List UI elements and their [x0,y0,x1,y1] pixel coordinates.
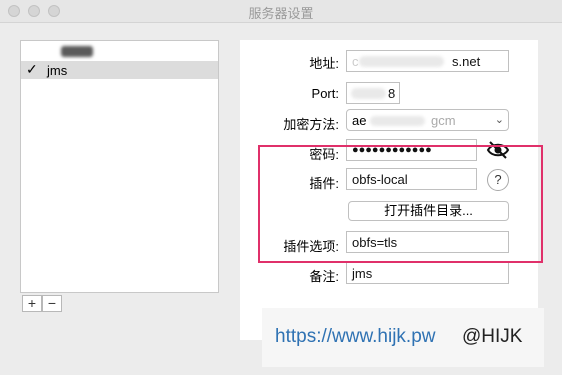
encryption-select[interactable]: ae gcm ⌄ [346,109,509,131]
watermark-url: https://www.hijk.pw [275,326,436,347]
server-list[interactable]: ✓ jms [20,40,219,293]
server-label: jms [47,63,68,78]
watermark: https://www.hijk.pw @HIJK [262,308,544,367]
server-list-item-selected[interactable]: ✓ jms [21,61,218,79]
port-field[interactable]: 8 [346,82,400,104]
add-server-button[interactable]: + [22,295,42,312]
encryption-visible-prefix: ae [352,113,367,128]
address-visible-suffix: s.net [452,54,481,69]
encryption-visible-suffix: gcm [431,113,456,128]
window-title: 服务器设置 [248,6,314,21]
redacted-address [359,56,444,67]
address-label: 地址: [309,56,339,71]
redacted-encryption [370,116,425,126]
watermark-handle: @HIJK [462,326,523,347]
title-bar: 服务器设置 [0,0,562,23]
server-list-item[interactable] [21,43,218,61]
remark-label: 备注: [309,269,339,284]
encryption-label: 加密方法: [283,117,339,132]
highlight-annotation [258,145,543,263]
chevron-updown-icon: ⌄ [494,114,504,126]
remove-server-button[interactable]: − [42,295,62,312]
address-field[interactable]: c s.net [346,50,509,72]
checkmark-icon: ✓ [26,61,38,77]
redacted-port [351,88,386,99]
port-visible-suffix: 8 [388,86,396,101]
redacted-server-name [61,46,93,57]
port-label: Port: [311,86,339,101]
remark-field[interactable]: jms [346,262,509,284]
address-prefix: c [352,54,359,69]
